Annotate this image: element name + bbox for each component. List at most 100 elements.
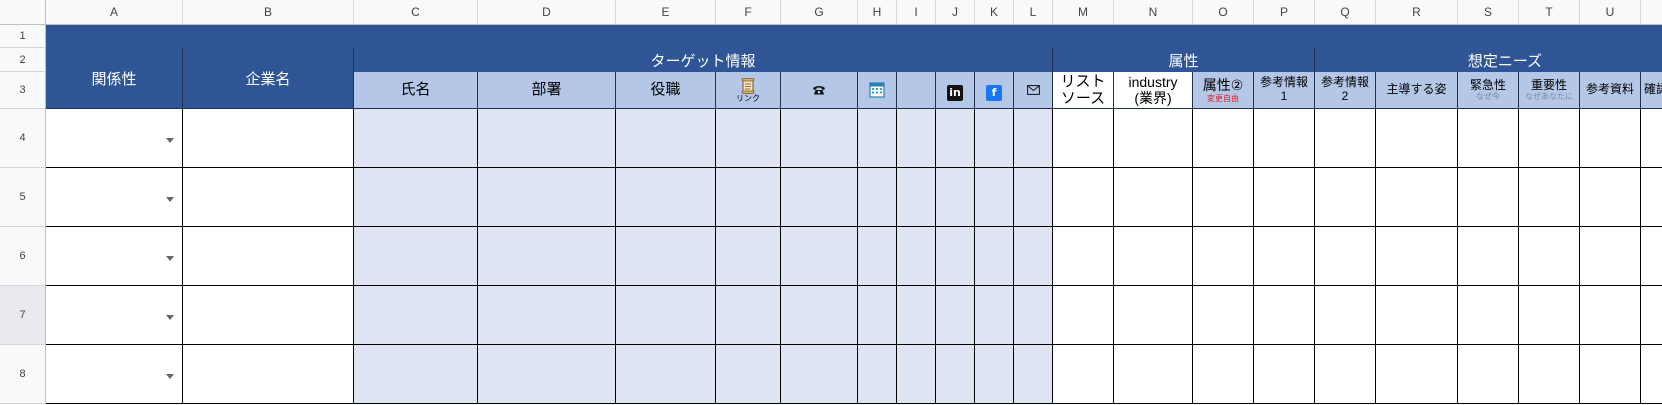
column-header-t[interactable]: T (1519, 0, 1580, 25)
chevron-down-icon[interactable] (166, 138, 174, 143)
target-cell[interactable] (616, 109, 716, 168)
target-cell[interactable] (858, 227, 897, 286)
data-cell[interactable] (1458, 227, 1519, 286)
data-cell[interactable] (1376, 286, 1458, 345)
data-cell[interactable] (1053, 109, 1114, 168)
target-cell[interactable] (478, 109, 616, 168)
row-header-1[interactable]: 1 (0, 25, 46, 48)
data-cell[interactable] (1580, 227, 1641, 286)
target-cell[interactable] (478, 227, 616, 286)
data-cell[interactable] (1519, 168, 1580, 227)
target-cell[interactable] (354, 286, 478, 345)
data-cell[interactable] (1376, 109, 1458, 168)
relation-dropdown-row-6[interactable] (46, 227, 183, 286)
relation-dropdown-row-8[interactable] (46, 345, 183, 404)
data-cell[interactable] (1193, 345, 1254, 404)
data-cell[interactable] (1315, 227, 1376, 286)
column-header-a[interactable]: A (46, 0, 183, 25)
target-cell[interactable] (936, 227, 975, 286)
row-header-4[interactable]: 4 (0, 109, 46, 168)
column-header-b[interactable]: B (183, 0, 354, 25)
row-header-8[interactable]: 8 (0, 345, 46, 404)
data-cell[interactable] (1114, 286, 1193, 345)
target-cell[interactable] (616, 168, 716, 227)
data-cell[interactable] (1376, 227, 1458, 286)
target-cell[interactable] (897, 227, 936, 286)
company-cell-row-8[interactable] (183, 345, 354, 404)
target-cell[interactable] (975, 109, 1014, 168)
data-cell[interactable] (1458, 286, 1519, 345)
data-cell[interactable] (1193, 227, 1254, 286)
relation-dropdown-row-5[interactable] (46, 168, 183, 227)
data-cell[interactable] (1254, 345, 1315, 404)
data-cell[interactable] (1254, 227, 1315, 286)
data-cell[interactable] (1053, 345, 1114, 404)
target-cell[interactable] (975, 227, 1014, 286)
data-cell[interactable] (1641, 227, 1662, 286)
target-cell[interactable] (1014, 109, 1053, 168)
company-cell-row-5[interactable] (183, 168, 354, 227)
target-cell[interactable] (858, 168, 897, 227)
target-cell[interactable] (716, 168, 781, 227)
target-cell[interactable] (1014, 227, 1053, 286)
data-cell[interactable] (1641, 286, 1662, 345)
data-cell[interactable] (1580, 286, 1641, 345)
target-cell[interactable] (1014, 286, 1053, 345)
data-cell[interactable] (1580, 345, 1641, 404)
data-cell[interactable] (1458, 168, 1519, 227)
data-cell[interactable] (1315, 286, 1376, 345)
target-cell[interactable] (858, 345, 897, 404)
target-cell[interactable] (1014, 345, 1053, 404)
company-cell-row-7[interactable] (183, 286, 354, 345)
target-cell[interactable] (616, 286, 716, 345)
data-cell[interactable] (1114, 345, 1193, 404)
data-cell[interactable] (1519, 227, 1580, 286)
target-cell[interactable] (354, 109, 478, 168)
data-cell[interactable] (1114, 227, 1193, 286)
target-cell[interactable] (858, 286, 897, 345)
data-cell[interactable] (1193, 168, 1254, 227)
data-cell[interactable] (1458, 109, 1519, 168)
target-cell[interactable] (478, 286, 616, 345)
relation-dropdown-row-7[interactable] (46, 286, 183, 345)
row-header-6[interactable]: 6 (0, 227, 46, 286)
data-cell[interactable] (1641, 168, 1662, 227)
target-cell[interactable] (354, 345, 478, 404)
data-cell[interactable] (1519, 345, 1580, 404)
column-header-e[interactable]: E (616, 0, 716, 25)
target-cell[interactable] (616, 345, 716, 404)
target-cell[interactable] (936, 345, 975, 404)
target-cell[interactable] (616, 227, 716, 286)
target-cell[interactable] (936, 168, 975, 227)
target-cell[interactable] (897, 168, 936, 227)
target-cell[interactable] (781, 286, 858, 345)
column-header-m[interactable]: M (1053, 0, 1114, 25)
row-header-3[interactable]: 3 (0, 72, 46, 109)
chevron-down-icon[interactable] (166, 256, 174, 261)
target-cell[interactable] (781, 227, 858, 286)
data-cell[interactable] (1114, 168, 1193, 227)
data-cell[interactable] (1580, 109, 1641, 168)
column-header-c[interactable]: C (354, 0, 478, 25)
data-cell[interactable] (1053, 168, 1114, 227)
target-cell[interactable] (716, 286, 781, 345)
target-cell[interactable] (781, 168, 858, 227)
data-cell[interactable] (1053, 286, 1114, 345)
target-cell[interactable] (781, 109, 858, 168)
column-header-d[interactable]: D (478, 0, 616, 25)
column-header-r[interactable]: R (1376, 0, 1458, 25)
target-cell[interactable] (897, 286, 936, 345)
target-cell[interactable] (716, 345, 781, 404)
data-cell[interactable] (1254, 286, 1315, 345)
target-cell[interactable] (1014, 168, 1053, 227)
data-cell[interactable] (1376, 168, 1458, 227)
company-cell-row-6[interactable] (183, 227, 354, 286)
row-header-2[interactable]: 2 (0, 48, 46, 72)
select-all-corner[interactable] (0, 0, 46, 25)
data-cell[interactable] (1458, 345, 1519, 404)
data-cell[interactable] (1315, 345, 1376, 404)
data-cell[interactable] (1376, 345, 1458, 404)
target-cell[interactable] (781, 345, 858, 404)
target-cell[interactable] (936, 286, 975, 345)
column-header-k[interactable]: K (975, 0, 1014, 25)
